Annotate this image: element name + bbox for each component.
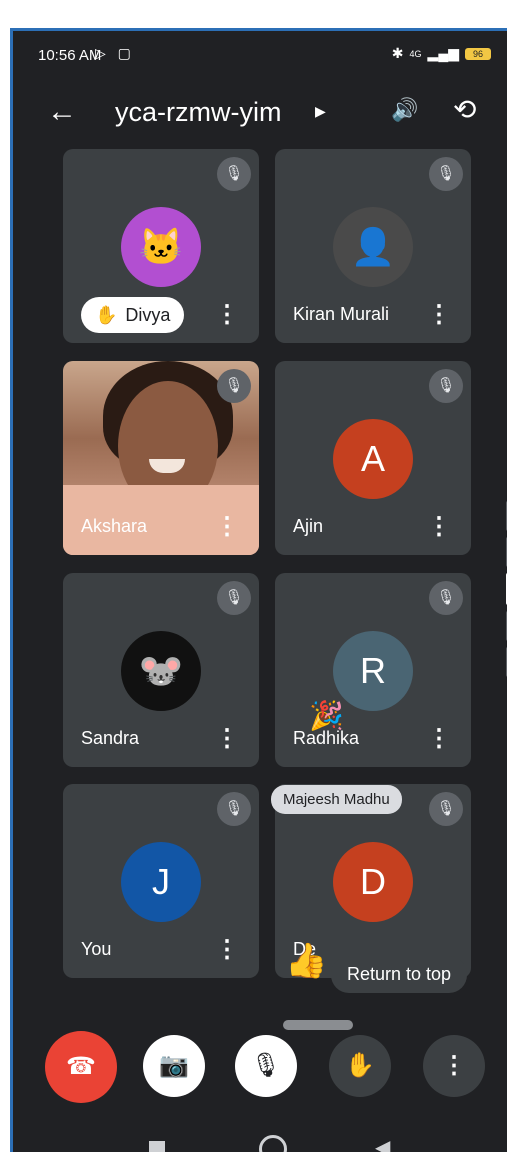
- more-options-icon[interactable]: ⋮: [215, 724, 239, 753]
- avatar: 👤: [333, 207, 413, 287]
- notification-icons: ▷ ▢: [95, 45, 135, 61]
- raised-hand-badge: ✋ Divya: [81, 297, 185, 333]
- thumbs-up-emoji: 👍: [285, 942, 328, 980]
- clock: 10:56 AM: [38, 47, 102, 64]
- home-icon[interactable]: [259, 1135, 287, 1152]
- scroll-segment: [506, 647, 507, 677]
- avatar: 🐭: [121, 631, 201, 711]
- mic-off-icon: 🎙: [429, 157, 463, 191]
- scroll-segment: [506, 611, 507, 641]
- return-to-top-button[interactable]: Return to top: [331, 956, 468, 993]
- avatar: A: [333, 419, 413, 499]
- battery-icon: 96: [465, 47, 491, 60]
- participant-name: Ajin: [293, 516, 324, 536]
- status-bar: 10:56 AM ▷ ▢ ✱ 4G ▂▄▆ 96: [13, 31, 507, 81]
- mic-off-icon: 🎙: [429, 369, 463, 403]
- mic-off-icon: 🎙: [429, 581, 463, 615]
- avatar: 🐱: [121, 207, 201, 287]
- back-arrow-icon[interactable]: ←: [47, 95, 77, 129]
- speaker-icon[interactable]: 🔊: [391, 97, 418, 123]
- participant-tile-sandra[interactable]: 🎙 🐭 Sandra ⋮: [63, 573, 259, 767]
- more-options-icon[interactable]: ⋮: [427, 512, 451, 541]
- meeting-code[interactable]: yca-rzmw-yim: [115, 97, 281, 128]
- participant-name: Akshara: [81, 516, 148, 536]
- switch-camera-icon[interactable]: ⟲: [453, 93, 476, 126]
- scroll-segment: [506, 501, 507, 531]
- more-options-icon[interactable]: ⋮: [215, 512, 239, 541]
- more-options-icon[interactable]: ⋮: [215, 300, 239, 329]
- participant-tile-radhika[interactable]: 🎙 R Radhika ⋮: [275, 573, 471, 767]
- participant-tile-divya[interactable]: 🎙 🐱 ✋ Divya ⋮: [63, 149, 259, 343]
- avatar: R: [333, 631, 413, 711]
- more-options-icon[interactable]: ⋮: [427, 300, 451, 329]
- scroll-segment: [506, 537, 507, 567]
- more-options-icon[interactable]: ⋮: [427, 724, 451, 753]
- system-icons: ✱ 4G ▂▄▆ 96: [392, 45, 491, 62]
- participant-name: You: [81, 939, 112, 959]
- avatar: D: [333, 842, 413, 922]
- party-popper-emoji: 🎉: [309, 700, 344, 731]
- hand-icon: ✋: [95, 305, 118, 325]
- back-icon[interactable]: ◀: [375, 1135, 390, 1152]
- app-frame: 10:56 AM ▷ ▢ ✱ 4G ▂▄▆ 96 ← yca-rzmw-yim …: [10, 28, 507, 1152]
- reaction-tooltip: Majeesh Madhu: [271, 785, 402, 814]
- meeting-header: ← yca-rzmw-yim ▶ 🔊 ⟲: [13, 87, 507, 137]
- participant-tile-kiran-murali[interactable]: 🎙 👤 Kiran Murali ⋮: [275, 149, 471, 343]
- participant-name: Sandra: [81, 728, 140, 748]
- more-options-button[interactable]: ⋮: [423, 1035, 485, 1097]
- scrollbar[interactable]: [506, 501, 507, 681]
- bluetooth-icon: ✱: [391, 45, 404, 61]
- participant-tile-akshara[interactable]: 🎙 Akshara ⋮: [63, 361, 259, 555]
- raise-hand-button[interactable]: ✋: [329, 1035, 391, 1097]
- participant-name: Divya: [125, 305, 171, 325]
- mic-off-icon: 🎙: [217, 157, 251, 191]
- participant-tile-ajin[interactable]: 🎙 A Ajin ⋮: [275, 361, 471, 555]
- mic-off-icon: 🎙: [429, 792, 463, 826]
- caret-right-icon[interactable]: ▶: [315, 103, 326, 120]
- system-nav-bar: ◀: [13, 1129, 507, 1152]
- network-type: 4G: [409, 48, 422, 59]
- mic-off-icon: 🎙: [217, 369, 251, 403]
- participant-name: Kiran Murali: [293, 304, 390, 324]
- mic-off-button[interactable]: 🎙: [235, 1035, 297, 1097]
- scroll-thumb[interactable]: [506, 573, 507, 605]
- mic-off-icon: 🎙: [217, 792, 251, 826]
- more-options-icon[interactable]: ⋮: [215, 935, 239, 964]
- mic-off-icon: 🎙: [217, 581, 251, 615]
- participant-tile-you[interactable]: 🎙 J You ⋮: [63, 784, 259, 978]
- avatar: J: [121, 842, 201, 922]
- signal-icon: ▂▄▆: [427, 45, 459, 61]
- camera-off-button[interactable]: 📷: [143, 1035, 205, 1097]
- recents-icon[interactable]: [149, 1141, 165, 1152]
- end-call-button[interactable]: ☎: [45, 1031, 117, 1103]
- reactions-drawer-handle[interactable]: [283, 1020, 353, 1030]
- call-controls: ☎ 📷 🎙 ✋ ⋮: [13, 1031, 507, 1103]
